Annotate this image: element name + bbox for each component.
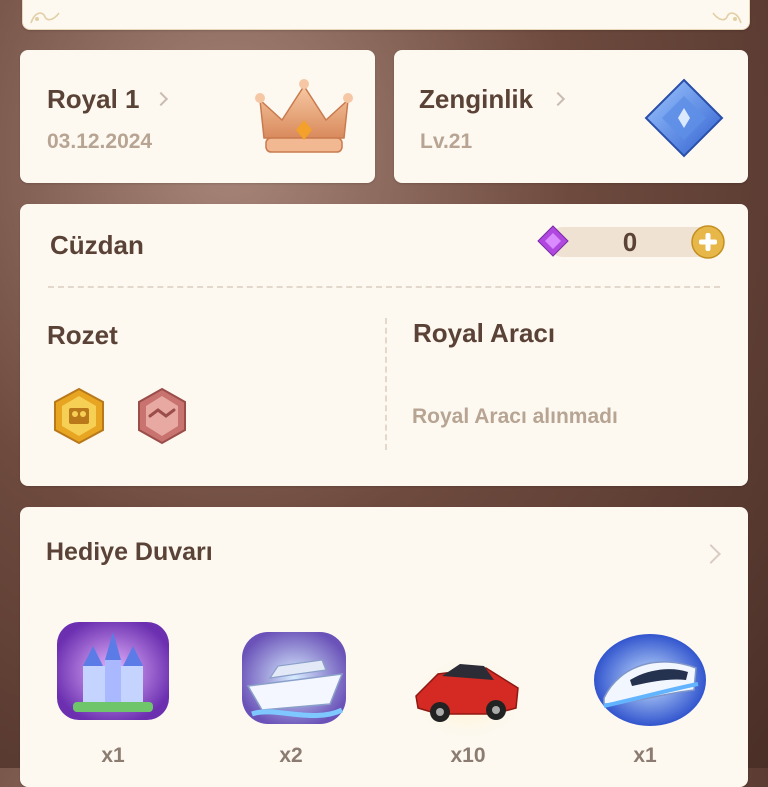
diamond-badge-icon <box>644 78 724 158</box>
castle-gift-icon[interactable] <box>53 616 173 726</box>
gift-wall-title: Hediye Duvarı <box>46 538 213 566</box>
bullet-train-gift-icon[interactable] <box>590 624 710 734</box>
wealth-level: Lv.21 <box>420 130 473 153</box>
plus-icon[interactable] <box>691 225 725 259</box>
purple-gem-icon <box>537 225 569 257</box>
wealth-title: Zenginlik <box>419 84 534 114</box>
divider <box>385 318 387 450</box>
corner-flourish-icon <box>30 12 60 24</box>
royal-vehicle-title: Royal Aracı <box>413 318 556 348</box>
gift-count: x1 <box>633 744 657 767</box>
pink-handshake-badge-icon[interactable] <box>134 386 190 446</box>
wallet-balance: 0 <box>622 227 638 257</box>
divider <box>48 286 720 288</box>
royal-date: 03.12.2024 <box>47 130 153 153</box>
gift-count: x10 <box>450 744 486 767</box>
gift-count: x2 <box>279 744 303 767</box>
crown-icon <box>255 79 353 153</box>
gift-count: x1 <box>101 744 125 767</box>
corner-flourish-icon <box>712 12 742 24</box>
yacht-gift-icon[interactable] <box>234 624 354 734</box>
royal-vehicle-empty-text: Royal Aracı alınmadı <box>412 405 618 428</box>
wallet-title: Cüzdan <box>50 230 144 260</box>
sports-car-gift-icon[interactable] <box>408 634 528 744</box>
gold-hexagon-badge-icon[interactable] <box>49 386 109 446</box>
royal-title: Royal 1 <box>47 84 140 114</box>
top-banner-card <box>22 0 750 30</box>
badges-title: Rozet <box>47 320 118 350</box>
